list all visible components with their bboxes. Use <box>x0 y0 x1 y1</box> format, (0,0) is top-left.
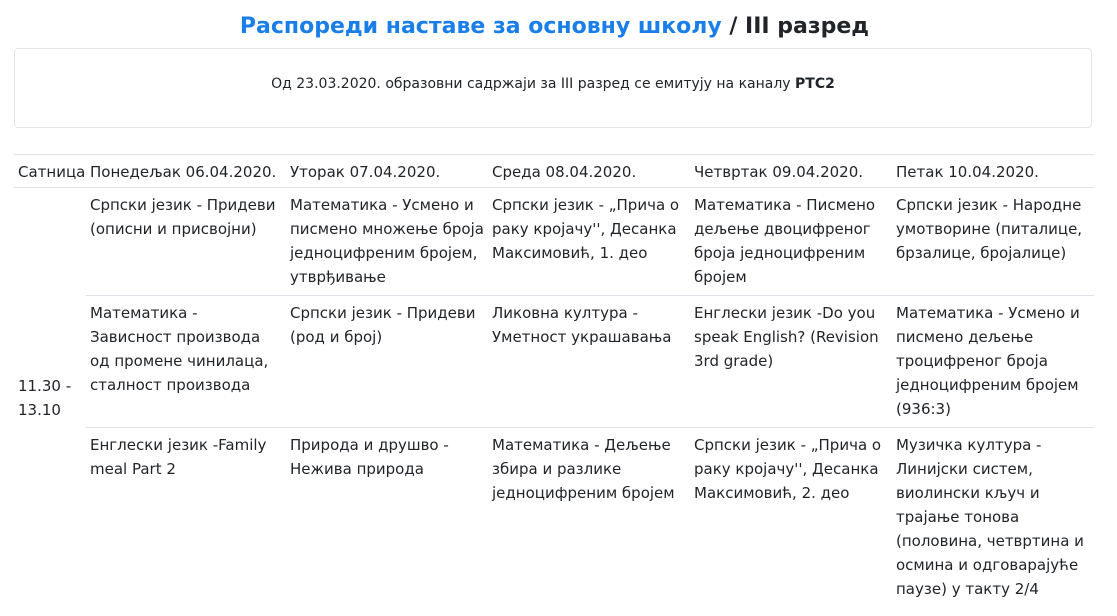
header-time: Сатница <box>14 154 86 188</box>
notice-text-main: Од 23.03.2020. образовни садржаји за III… <box>271 76 796 92</box>
header-friday: Петак 10.04.2020. <box>892 154 1094 188</box>
schedules-link[interactable]: Распореди наставе за основну школу <box>240 14 722 39</box>
notice-text: Од 23.03.2020. образовни садржаји за III… <box>15 75 1091 93</box>
notice-box: Од 23.03.2020. образовни садржаји за III… <box>14 48 1092 128</box>
lesson-cell: Музичка култура - Линијски систем, виоли… <box>892 427 1094 607</box>
page-title: Распореди наставе за основну школу / III… <box>0 12 1109 42</box>
lesson-cell: Српски језик - Народне умотворине (питал… <box>892 187 1094 296</box>
header-wednesday: Среда 08.04.2020. <box>488 154 690 188</box>
header-monday: Понедељак 06.04.2020. <box>86 154 286 188</box>
lesson-cell: Енглески језик -Family meal Part 2 <box>86 427 286 607</box>
lesson-cell: Српски језик - Придеви (род и број) <box>286 295 488 428</box>
lesson-cell: Српски језик - Придеви (описни и присвој… <box>86 187 286 296</box>
lesson-cell: Математика - Усмено и писмено дељење тро… <box>892 295 1094 428</box>
lesson-cell: Ликовна култура - Уметност украшавања <box>488 295 690 428</box>
notice-channel: РТС2 <box>795 76 835 92</box>
lesson-cell: Енглески језик -Do you speak English? (R… <box>690 295 892 428</box>
header-row: Сатница Понедељак 06.04.2020. Уторак 07.… <box>14 154 1094 188</box>
page: Распореди наставе за основну школу / III… <box>0 0 1117 616</box>
lesson-cell: Математика - Писмено дељење двоцифреног … <box>690 187 892 296</box>
lesson-cell: Природа и друшво - Нежива природа <box>286 427 488 607</box>
lesson-cell: Српски језик - „Прича о раку кројачу'', … <box>690 427 892 607</box>
lesson-cell: Математика - Усмено и писмено множење бр… <box>286 187 488 296</box>
schedule-table: Сатница Понедељак 06.04.2020. Уторак 07.… <box>14 154 1094 607</box>
lesson-cell: Математика - Зависност производа од пром… <box>86 295 286 428</box>
header-tuesday: Уторак 07.04.2020. <box>286 154 488 188</box>
table-row: Енглески језик -Family meal Part 2 Приро… <box>14 427 1094 607</box>
time-cell: 11.30 - 13.10 <box>14 187 86 607</box>
grade-title: III разред <box>745 14 870 39</box>
lesson-cell: Математика - Дељење збира и разлике једн… <box>488 427 690 607</box>
table-row: 11.30 - 13.10 Српски језик - Придеви (оп… <box>14 187 1094 607</box>
table-row: Математика - Зависност производа од пром… <box>14 295 1094 428</box>
lesson-cell: Српски језик - „Прича о раку кројачу'', … <box>488 187 690 296</box>
header-thursday: Четвртак 09.04.2020. <box>690 154 892 188</box>
title-separator: / <box>721 14 746 39</box>
